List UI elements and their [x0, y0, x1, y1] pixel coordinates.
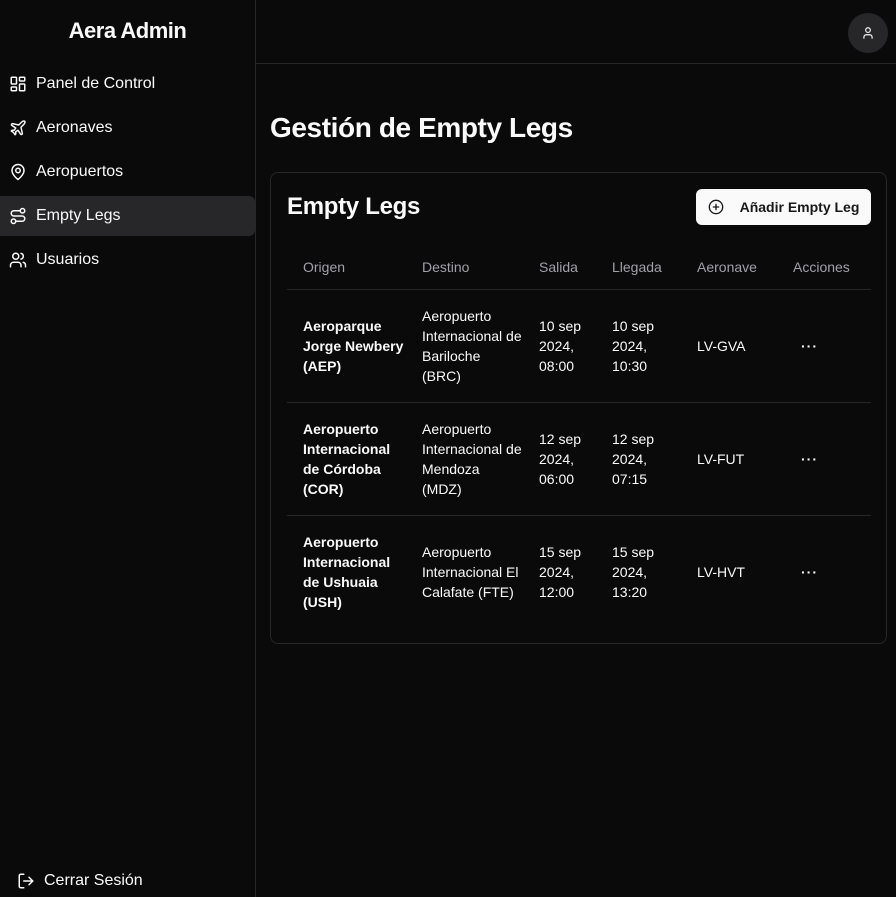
user-menu-button[interactable] — [848, 13, 888, 53]
plane-icon — [9, 119, 27, 137]
row-actions-button[interactable]: ··· — [793, 564, 818, 580]
cell-aircraft: LV-FUT — [681, 402, 777, 516]
logout-label: Cerrar Sesión — [44, 872, 143, 889]
table-row: Aeroparque Jorge Newbery (AEP) Aeropuert… — [287, 289, 871, 403]
empty-legs-card: Empty Legs Añadir Empty Leg Origen Desti… — [270, 172, 887, 644]
logout-button[interactable]: Cerrar Sesión — [17, 872, 143, 890]
sidebar-item-aeronaves[interactable]: Aeronaves — [0, 108, 255, 148]
cell-arrival: 12 sep 2024, 07:15 — [596, 402, 681, 516]
plus-circle-icon — [708, 199, 724, 215]
cell-departure: 15 sep 2024, 12:00 — [539, 544, 582, 600]
logout-icon — [17, 872, 35, 890]
user-icon — [861, 26, 875, 40]
users-icon — [9, 251, 27, 269]
column-header-acciones: Acciones — [777, 245, 871, 290]
cell-destination: Aeropuerto Internacional de Bariloche (B… — [406, 289, 523, 403]
cell-aircraft: LV-GVA — [681, 289, 777, 403]
row-actions-button[interactable]: ··· — [793, 451, 818, 467]
brand-title: Aera Admin — [68, 18, 187, 43]
cell-departure: 12 sep 2024, 06:00 — [523, 402, 596, 516]
table-row: Aeropuerto Internacional de Córdoba (COR… — [287, 402, 871, 516]
sidebar-item-label: Aeropuertos — [36, 163, 124, 180]
sidebar-item-panel-de-control[interactable]: Panel de Control — [0, 64, 255, 104]
map-pin-icon — [9, 163, 27, 181]
column-header-llegada: Llegada — [596, 245, 681, 290]
cell-destination: Aeropuerto Internacional de Mendoza (MDZ… — [406, 402, 523, 516]
table-row: Aeropuerto Internacional de Ushuaia (USH… — [287, 516, 871, 629]
page-title: Gestión de Empty Legs — [270, 112, 573, 143]
empty-legs-table: Origen Destino Salida Llegada Aeronave A… — [287, 245, 871, 628]
add-empty-leg-button[interactable]: Añadir Empty Leg — [696, 189, 871, 225]
cell-origin: Aeropuerto Internacional de Córdoba (COR… — [287, 402, 406, 516]
cell-destination: Aeropuerto Internacional El Calafate (FT… — [422, 544, 519, 600]
cell-origin: Aeropuerto Internacional de Ushuaia (USH… — [303, 534, 391, 610]
sidebar-item-aeropuertos[interactable]: Aeropuertos — [0, 152, 255, 192]
table-header-row: Origen Destino Salida Llegada Aeronave A… — [287, 245, 871, 290]
cell-arrival: 15 sep 2024, 13:20 — [612, 544, 655, 600]
route-icon — [9, 207, 27, 225]
sidebar-item-label: Aeronaves — [36, 119, 113, 136]
column-header-origen: Origen — [287, 245, 406, 290]
add-button-label: Añadir Empty Leg — [739, 199, 860, 215]
card-title: Empty Legs — [287, 193, 421, 220]
dashboard-icon — [9, 75, 27, 93]
sidebar-item-empty-legs[interactable]: Empty Legs — [0, 196, 255, 236]
sidebar-nav: Panel de Control Aeronaves Aeropuertos E… — [0, 64, 255, 284]
sidebar-item-label: Empty Legs — [36, 207, 121, 224]
sidebar-item-usuarios[interactable]: Usuarios — [0, 240, 255, 280]
top-bar — [256, 0, 896, 64]
sidebar-item-label: Usuarios — [36, 251, 100, 268]
row-actions-button[interactable]: ··· — [793, 338, 818, 354]
sidebar-item-label: Panel de Control — [36, 75, 156, 92]
column-header-salida: Salida — [523, 245, 596, 290]
cell-origin: Aeroparque Jorge Newbery (AEP) — [287, 289, 406, 403]
cell-arrival: 10 sep 2024, 10:30 — [596, 289, 681, 403]
column-header-aeronave: Aeronave — [681, 245, 777, 290]
cell-aircraft: LV-HVT — [697, 564, 745, 580]
sidebar: Aera Admin Panel de Control Aeronaves Ae… — [0, 0, 256, 897]
column-header-destino: Destino — [406, 245, 523, 290]
cell-departure: 10 sep 2024, 08:00 — [523, 289, 596, 403]
